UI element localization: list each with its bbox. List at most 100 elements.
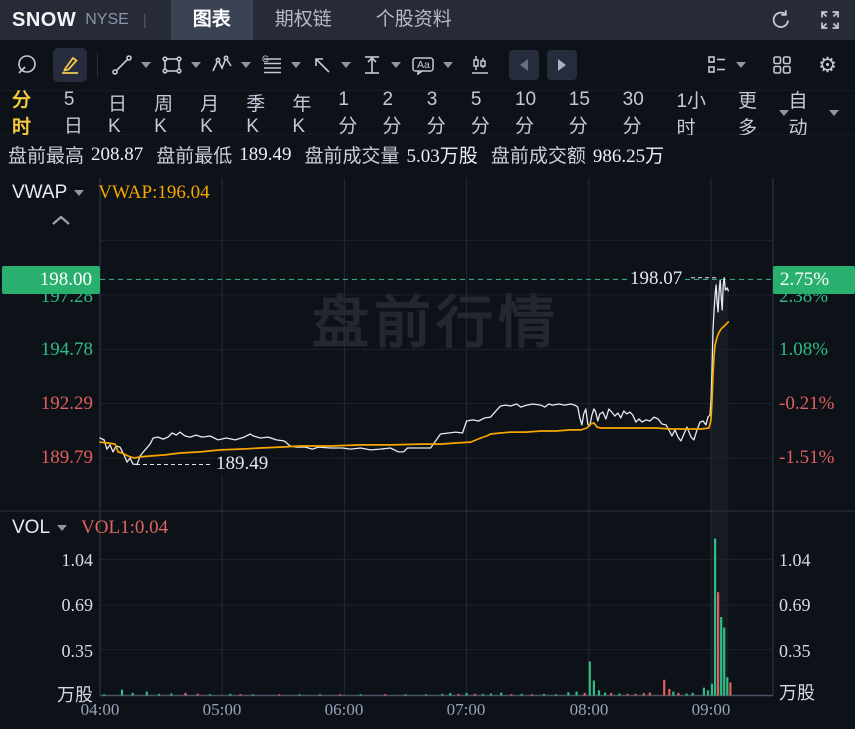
current-change-badge: 2.75%	[773, 266, 855, 294]
gann-letter: G	[262, 54, 269, 64]
layout-grid-button[interactable]	[770, 53, 794, 77]
stat-premarket-turnover: 盘前成交额 986.25万	[491, 141, 664, 168]
timeframe-5min[interactable]: 5分	[471, 84, 498, 142]
timeframe-yearly[interactable]: 年K	[292, 84, 321, 142]
chevron-down-icon[interactable]	[57, 525, 68, 531]
stat-label: 盘前最高	[8, 146, 85, 167]
chevron-down-icon	[291, 62, 301, 68]
chevron-down-icon	[778, 109, 789, 116]
topbar-actions	[769, 8, 841, 32]
stat-value: 189.49	[239, 143, 292, 165]
gear-icon: ⚙	[818, 53, 837, 77]
timeframe-15min[interactable]: 15分	[569, 84, 606, 142]
wave-tool-button[interactable]	[210, 53, 251, 77]
stat-value: 986.25万	[592, 146, 665, 167]
candlestick-tool-button[interactable]	[468, 53, 492, 77]
time-axis-label: 04:00	[80, 700, 120, 719]
draw-tool-button[interactable]	[53, 48, 87, 82]
volume-axis-label: 0.69	[779, 595, 811, 615]
volume-axis-label: 0.35	[779, 641, 811, 661]
main-pane-header: VWAP VWAP:196.04	[12, 182, 210, 204]
volume-axis-label: 1.04	[779, 550, 811, 570]
undo-back-button[interactable]	[509, 50, 539, 80]
redo-forward-button[interactable]	[547, 50, 577, 80]
chevron-down-icon	[141, 62, 151, 68]
volume-pane-header: VOL VOL1:0.04	[12, 517, 168, 539]
pct-axis-label: -0.21%	[779, 393, 835, 414]
chevron-down-icon[interactable]	[74, 190, 85, 196]
volume-unit-label: 万股	[779, 683, 815, 703]
trendline-tool-button[interactable]	[110, 53, 151, 77]
indicator-list-button[interactable]	[705, 53, 747, 77]
auto-label: 自动	[788, 90, 808, 139]
chart-type-auto-dropdown[interactable]: 自动	[789, 86, 839, 140]
tab-option-chain[interactable]: 期权链	[253, 0, 354, 40]
volume-axis-label: 0.69	[61, 595, 94, 615]
timeframe-5d[interactable]: 5日	[64, 84, 91, 142]
timeframe-10min[interactable]: 10分	[515, 84, 552, 142]
fullscreen-button[interactable]	[819, 9, 841, 31]
magnet-tool-button[interactable]	[14, 52, 40, 78]
text-annotation-icon: Aa	[412, 57, 434, 76]
chevron-down-icon	[443, 62, 453, 68]
measure-tool-button[interactable]	[360, 53, 401, 77]
layout-grid-icon	[773, 56, 791, 74]
chevron-down-icon	[736, 62, 747, 68]
time-axis-label: 08:00	[569, 700, 609, 719]
chevron-down-icon	[191, 62, 201, 68]
price-axis-label: 194.78	[40, 339, 93, 360]
chevron-down-icon	[341, 62, 351, 68]
refresh-icon	[772, 10, 789, 28]
top-bar: SNOW NYSE | 图表 期权链 个股资料	[0, 0, 855, 40]
text-tool-button[interactable]: Aa	[410, 53, 453, 77]
arrow-tool-button[interactable]	[310, 53, 351, 77]
stat-premarket-high: 盘前最高 208.87	[8, 141, 143, 168]
tab-stock-info[interactable]: 个股资料	[354, 0, 474, 40]
settings-button[interactable]: ⚙	[818, 55, 837, 76]
stat-premarket-volume: 盘前成交量 5.03万股	[305, 141, 478, 168]
timeframe-daily[interactable]: 日K	[108, 84, 137, 142]
time-axis-label: 07:00	[446, 700, 486, 719]
timeframe-more-dropdown[interactable]: 更多	[738, 86, 789, 140]
price-measure-icon	[365, 56, 379, 74]
collapse-pane-button[interactable]	[51, 213, 71, 231]
pencil-icon	[62, 56, 78, 74]
indicator-name[interactable]: VOL	[12, 517, 50, 539]
current-price-badge: 198.00	[2, 266, 100, 294]
timeframe-3min[interactable]: 3分	[427, 84, 454, 142]
timeframe-bar: 分时 5日 日K 周K 月K 季K 年K 1分 2分 3分 5分 10分 15分…	[0, 89, 855, 146]
chevron-up-icon	[52, 215, 70, 225]
symbol-title: SNOW	[12, 8, 77, 31]
chevron-down-icon	[829, 109, 839, 116]
time-axis-label: 09:00	[691, 700, 731, 719]
price-axis-label: 192.29	[40, 393, 93, 414]
pct-axis-label: -1.51%	[779, 447, 835, 468]
session-high-label: 198.07	[627, 268, 686, 290]
exchange-label: NYSE	[85, 11, 129, 28]
session-low-label: 189.49	[213, 453, 272, 475]
vwap-value: VWAP:196.04	[98, 182, 210, 203]
timeframe-1min[interactable]: 1分	[338, 84, 365, 142]
candlestick-icon	[472, 56, 488, 74]
timeframe-30min[interactable]: 30分	[623, 84, 660, 142]
more-label: 更多	[738, 90, 758, 139]
chevron-down-icon	[241, 62, 251, 68]
timeframe-quarterly[interactable]: 季K	[246, 84, 275, 142]
chevron-down-icon	[391, 62, 401, 68]
magnet-icon	[18, 55, 36, 74]
time-axis-label: 05:00	[202, 700, 242, 719]
gann-tool-button[interactable]: G	[260, 53, 301, 77]
timeframe-2min[interactable]: 2分	[383, 84, 410, 142]
indicator-list-icon	[708, 56, 726, 73]
refresh-button[interactable]	[769, 8, 793, 32]
top-tabs: 图表 期权链 个股资料	[170, 0, 474, 40]
timeframe-monthly[interactable]: 月K	[200, 84, 229, 142]
timeframe-weekly[interactable]: 周K	[154, 84, 183, 142]
wave-icon	[212, 55, 232, 72]
indicator-name[interactable]: VWAP	[12, 182, 67, 204]
rectangle-tool-button[interactable]	[160, 53, 201, 77]
vol-value: VOL1:0.04	[81, 517, 169, 538]
tab-chart[interactable]: 图表	[170, 0, 253, 40]
stat-value: 5.03万股	[406, 146, 478, 167]
stat-premarket-low: 盘前最低 189.49	[156, 141, 291, 168]
